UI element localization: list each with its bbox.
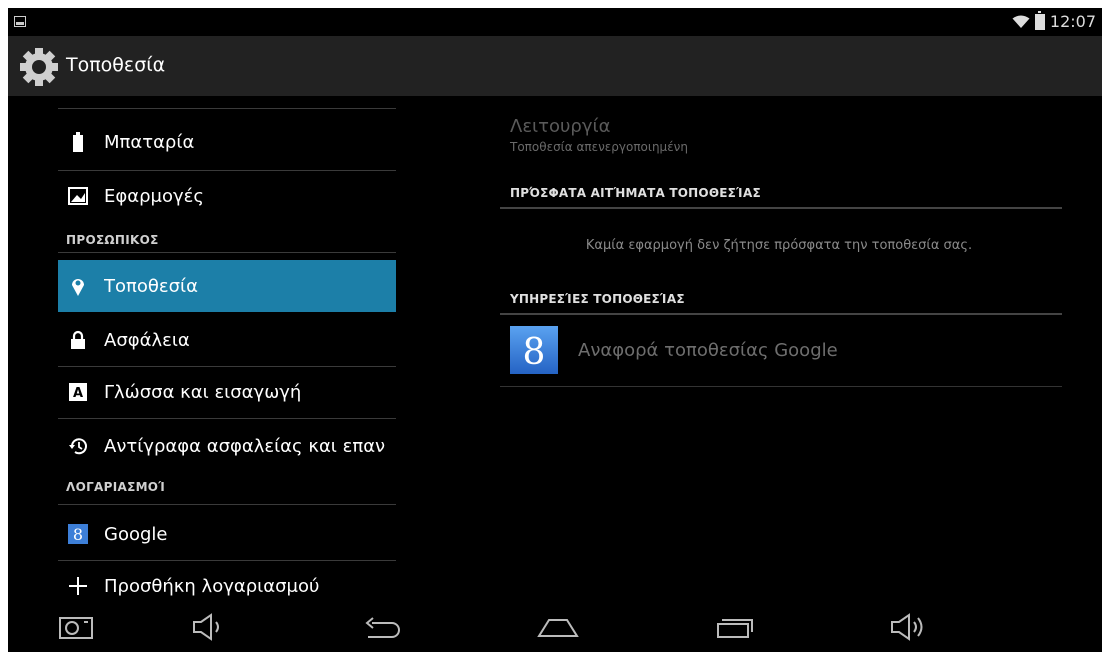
location-settings-pane: Λειτουργία Τοποθεσία απενεργοποιημένη ΠΡ… xyxy=(498,96,1062,600)
home-button[interactable] xyxy=(534,610,582,644)
home-icon xyxy=(537,619,579,637)
sidebar-item-label: Εφαρμογές xyxy=(104,185,204,207)
divider xyxy=(58,418,396,419)
section-header-recent-requests: ΠΡΌΣΦΑΤΑ ΑΙΤΉΜΑΤΑ ΤΟΠΟΘΕΣΊΑΣ xyxy=(510,186,761,200)
sidebar-item-language[interactable]: A Γλώσσα και εισαγωγή xyxy=(58,366,396,418)
screenshot-icon xyxy=(59,617,93,639)
language-icon: A xyxy=(68,382,88,402)
volume-down-icon xyxy=(193,613,219,641)
settings-gear-icon[interactable] xyxy=(18,46,60,88)
notification-image-icon xyxy=(14,16,26,27)
section-header-location-services: ΥΠΗΡΕΣΊΕΣ ΤΟΠΟΘΕΣΊΑΣ xyxy=(510,292,685,306)
svg-text:8: 8 xyxy=(73,525,83,544)
svg-text:8: 8 xyxy=(523,332,546,373)
sidebar-item-label: Τοποθεσία xyxy=(104,275,198,297)
divider xyxy=(500,207,1062,209)
sidebar-item-label: Προσθήκη λογαριασμού xyxy=(104,575,320,597)
sidebar-item-label: Google xyxy=(104,523,168,545)
sidebar-item-google-account[interactable]: 8 Google xyxy=(58,508,396,560)
section-header-personal: ΠΡΟΣΩΠΙΚΟΣ xyxy=(66,233,159,247)
sidebar-item-label: Μπαταρία xyxy=(104,131,195,153)
sidebar-item-label: Αντίγραφα ασφαλείας και επαν xyxy=(104,435,386,457)
divider xyxy=(58,504,396,505)
mode-title: Λειτουργία xyxy=(510,116,611,137)
screenshot-button[interactable] xyxy=(52,610,100,644)
svg-text:A: A xyxy=(73,386,83,401)
divider xyxy=(58,108,396,109)
apps-icon xyxy=(68,186,88,206)
page-title: Τοποθεσία xyxy=(66,54,166,76)
sidebar-item-label: Γλώσσα και εισαγωγή xyxy=(104,381,302,403)
plus-icon xyxy=(68,576,88,596)
sidebar-item-apps[interactable]: Εφαρμογές xyxy=(58,170,396,222)
volume-up-button[interactable] xyxy=(884,610,932,644)
lock-icon xyxy=(68,330,88,350)
location-pin-icon xyxy=(68,276,88,296)
recents-icon xyxy=(717,619,753,638)
battery-status-icon xyxy=(1034,10,1045,30)
volume-down-button[interactable] xyxy=(184,610,232,644)
sidebar-item-security[interactable]: Ασφάλεια xyxy=(58,314,396,366)
recent-requests-empty-message: Καμία εφαρμογή δεν ζήτησε πρόσφατα την τ… xyxy=(585,238,973,253)
clock: 12:07 xyxy=(1049,12,1096,31)
navigation-bar xyxy=(8,600,1102,652)
divider xyxy=(500,386,1062,387)
action-bar: Τοποθεσία xyxy=(8,36,1102,96)
settings-sidebar: Μπαταρία Εφαρμογές ΠΡΟΣΩΠΙΚΟΣ Τοποθεσία … xyxy=(58,96,396,600)
device-screen: 12:07 Τοποθεσία Μπαταρία Εφαρμογές ΠΡΟΣΩ… xyxy=(8,8,1102,652)
back-icon xyxy=(365,617,400,638)
divider xyxy=(58,252,396,253)
battery-icon xyxy=(68,132,88,152)
sidebar-item-backup[interactable]: Αντίγραφα ασφαλείας και επαν xyxy=(58,420,396,472)
backup-restore-icon xyxy=(68,436,88,456)
wifi-icon xyxy=(1012,15,1030,28)
section-header-accounts: ΛΟΓΑΡΙΑΣΜΟΊ xyxy=(66,480,166,494)
google-icon: 8 xyxy=(68,524,88,544)
status-bar: 12:07 xyxy=(8,8,1102,36)
mode-subtitle: Τοποθεσία απενεργοποιημένη xyxy=(510,140,688,154)
recents-button[interactable] xyxy=(710,610,758,644)
google-icon: 8 xyxy=(510,326,558,374)
sidebar-item-label: Ασφάλεια xyxy=(104,329,190,351)
google-location-reporting-item[interactable]: 8 Αναφορά τοποθεσίας Google xyxy=(500,314,1060,386)
status-indicators: 12:07 xyxy=(1012,10,1096,31)
service-label: Αναφορά τοποθεσίας Google xyxy=(578,340,838,361)
volume-up-icon xyxy=(891,613,923,641)
back-button[interactable] xyxy=(358,610,406,644)
sidebar-item-battery[interactable]: Μπαταρία xyxy=(58,116,396,168)
sidebar-item-location[interactable]: Τοποθεσία xyxy=(58,260,396,312)
